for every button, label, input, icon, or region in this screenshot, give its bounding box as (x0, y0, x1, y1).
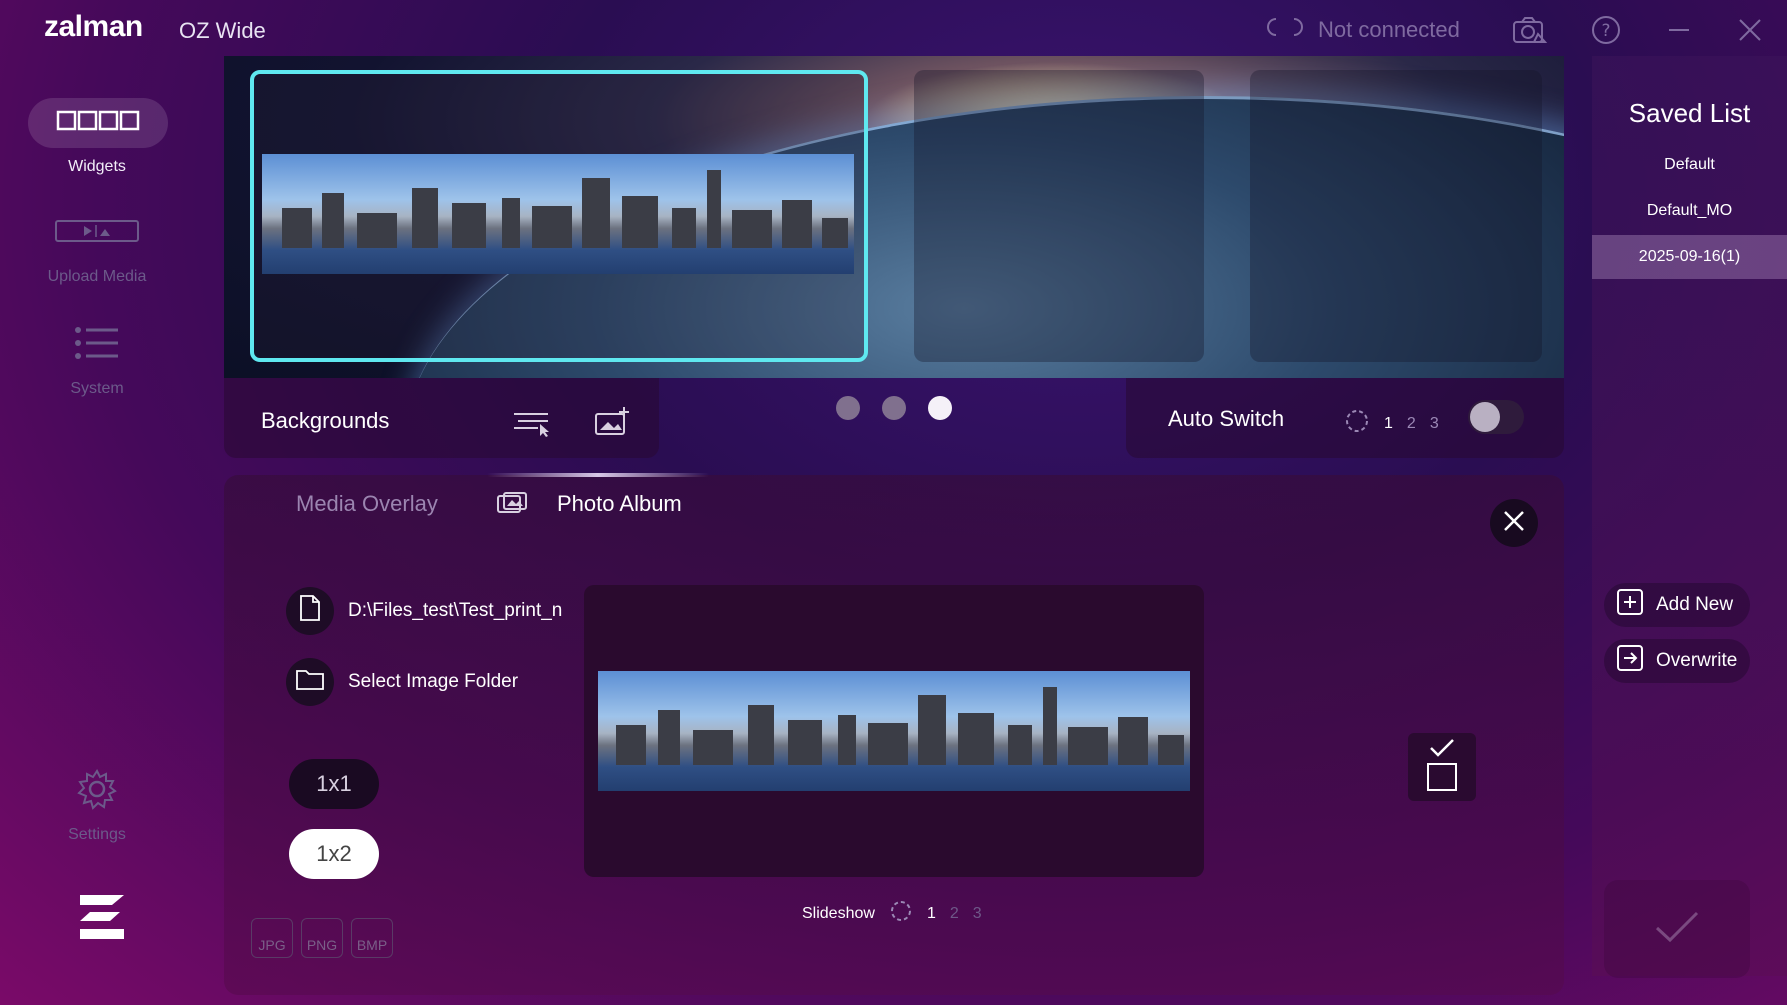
slideshow-interval-1[interactable]: 1 (927, 905, 936, 923)
app-title: OZ Wide (179, 18, 266, 43)
sidebar-item-label: Widgets (68, 158, 126, 175)
saved-list-item[interactable]: Default (1592, 143, 1787, 187)
sidebar-item-label: Upload Media (47, 268, 147, 285)
auto-switch-toggle[interactable] (1468, 400, 1524, 434)
gear-icon (76, 768, 118, 815)
slideshow-interval-2[interactable]: 2 (950, 905, 959, 923)
layout-1x1-button[interactable]: 1x1 (289, 759, 379, 809)
folder-icon (295, 667, 325, 697)
zalman-logo: zalman (44, 10, 143, 43)
tab-photo-album[interactable]: Photo Album (557, 491, 682, 517)
close-window-icon[interactable] (1732, 12, 1768, 48)
refresh-icon (889, 899, 913, 928)
page-indicator (836, 396, 952, 420)
backgrounds-label: Backgrounds (261, 408, 390, 433)
confirm-button[interactable] (1604, 880, 1750, 978)
city-image (262, 154, 854, 274)
saved-list-panel: Saved List Default Default_MO 2025-09-16… (1592, 56, 1787, 976)
album-photo (598, 671, 1190, 791)
select-folder-text: Select Image Folder (348, 671, 519, 692)
file-path-item[interactable]: D:\Files_test\Test_print_n (286, 587, 562, 635)
refresh-icon (1344, 408, 1370, 439)
saved-list-item[interactable]: 2025-09-16(1) (1592, 235, 1787, 279)
preview-panel-3[interactable] (1250, 70, 1542, 362)
preview-panel-2[interactable] (914, 70, 1204, 362)
widget-config-panel: Media Overlay Photo Album D:\Files_test\… (224, 473, 1564, 995)
slideshow-control: Slideshow 1 2 3 (802, 899, 982, 928)
slideshow-label: Slideshow (802, 904, 875, 922)
list-icon (74, 325, 120, 366)
help-icon[interactable]: ? (1588, 12, 1624, 48)
add-new-button[interactable]: Add New (1604, 583, 1750, 627)
overwrite-icon (1616, 644, 1644, 678)
connection-status-text: Not connected (1318, 17, 1460, 42)
saved-list-title: Saved List (1628, 98, 1751, 128)
backgrounds-bar: Backgrounds (224, 378, 659, 458)
sidebar-item-settings[interactable]: Settings (28, 766, 166, 844)
check-icon (1654, 910, 1700, 949)
add-icon (1616, 588, 1644, 622)
close-icon (1503, 510, 1525, 537)
check-icon (1425, 736, 1459, 799)
tab-media-overlay[interactable]: Media Overlay (296, 491, 438, 517)
sidebar-item-label: System (70, 380, 124, 397)
format-badge-bmp: BMP (351, 918, 393, 958)
minimize-icon[interactable] (1661, 12, 1697, 48)
layout-1x2-button[interactable]: 1x2 (289, 829, 379, 879)
auto-switch-interval-3[interactable]: 3 (1430, 415, 1439, 433)
format-badge-jpg: JPG (251, 918, 293, 958)
connection-icon (1262, 15, 1308, 45)
photo-preview-area (584, 585, 1204, 877)
auto-switch-interval-1[interactable]: 1 (1384, 415, 1393, 433)
photo-album-icon (496, 492, 528, 521)
svg-text:?: ? (1601, 21, 1610, 41)
preview-panel-1[interactable] (250, 70, 868, 362)
background-preview (224, 56, 1564, 378)
sidebar-item-system[interactable]: System (28, 320, 166, 398)
slideshow-interval-3[interactable]: 3 (973, 905, 982, 923)
saved-list-item[interactable]: Default_MO (1592, 189, 1787, 233)
tab-indicator (487, 473, 709, 477)
overwrite-button[interactable]: Overwrite (1604, 639, 1750, 683)
edit-background-icon[interactable] (512, 408, 552, 443)
file-icon (299, 594, 321, 628)
connection-status: Not connected (1262, 15, 1460, 45)
sidebar-item-upload-media[interactable]: Upload Media (28, 208, 166, 286)
page-dot-3[interactable] (928, 396, 952, 420)
sidebar-item-label: Settings (68, 826, 126, 843)
sidebar-item-widgets[interactable]: Widgets (28, 98, 168, 176)
format-badge-png: PNG (301, 918, 343, 958)
auto-switch-bar: Auto Switch 1 2 3 (1126, 378, 1564, 458)
overwrite-label: Overwrite (1656, 650, 1738, 671)
add-new-label: Add New (1656, 594, 1734, 615)
add-image-icon[interactable] (594, 406, 630, 441)
auto-switch-label: Auto Switch (1168, 406, 1285, 431)
apply-checkbox[interactable] (1408, 733, 1476, 801)
page-dot-1[interactable] (836, 396, 860, 420)
close-panel-button[interactable] (1490, 499, 1538, 547)
file-path-text: D:\Files_test\Test_print_n (348, 600, 563, 621)
auto-switch-interval-2[interactable]: 2 (1407, 415, 1416, 433)
widgets-icon (56, 109, 140, 138)
zalman-z-logo-icon (76, 893, 128, 946)
upload-media-icon (54, 218, 140, 249)
page-dot-2[interactable] (882, 396, 906, 420)
screenshot-icon[interactable] (1512, 12, 1548, 48)
select-folder-item[interactable]: Select Image Folder (286, 658, 518, 706)
